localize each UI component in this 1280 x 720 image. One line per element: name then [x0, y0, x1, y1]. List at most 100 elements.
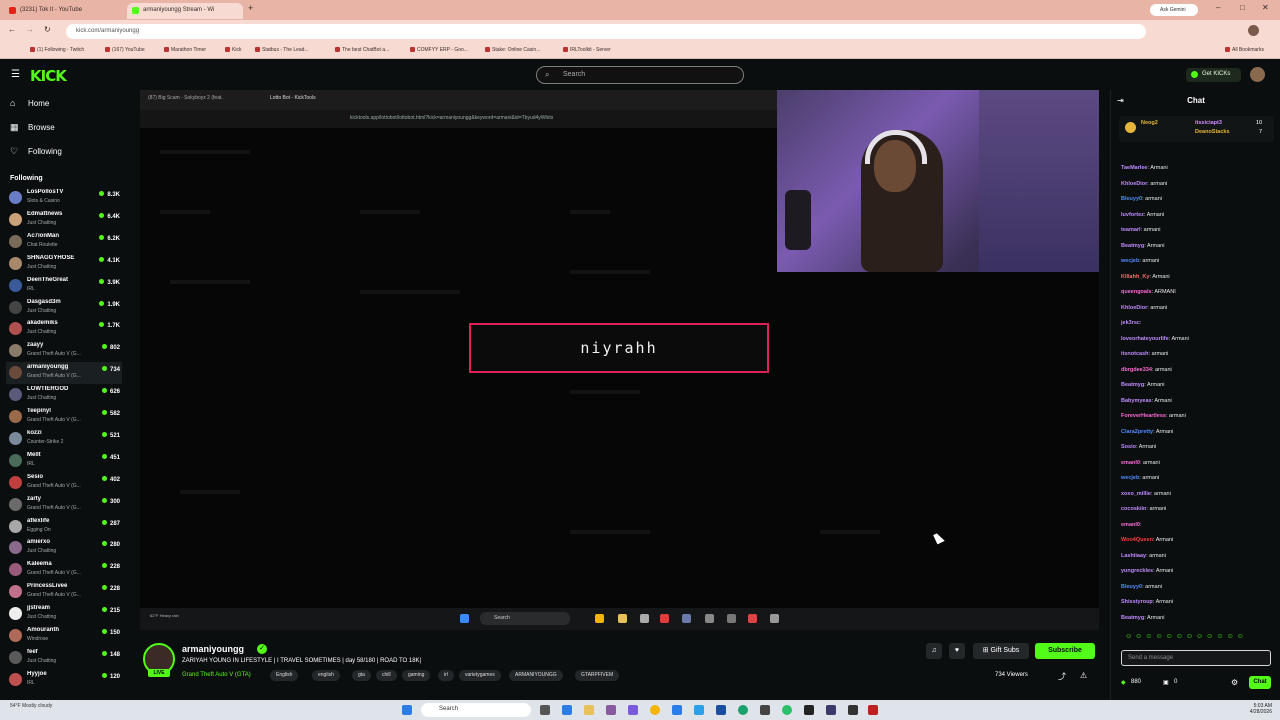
app-icon[interactable]	[628, 705, 638, 715]
back-icon[interactable]: ←	[8, 25, 16, 34]
bookmark-item[interactable]: Marathon Timer	[164, 47, 206, 53]
sidebar-channel[interactable]: DeenTheGreat IRL 3.9K	[6, 275, 122, 297]
chat-username[interactable]: Beatmyg	[1121, 615, 1144, 621]
tag-chip[interactable]: English	[270, 670, 299, 681]
chat-username[interactable]: Shisstyroup	[1121, 599, 1153, 605]
browser-tab-kick[interactable]: armaniyoungg Stream - Wi	[127, 3, 243, 19]
sidebar-channel[interactable]: Sesio Grand Theft Auto V (G... 402	[6, 472, 122, 494]
sidebar-channel[interactable]: LOWTIERGOD Just Chatting 626	[6, 384, 122, 406]
bookmark-item[interactable]: IRLToolkit - Server	[563, 47, 611, 53]
chat-username[interactable]: ForeverHeartless	[1121, 413, 1166, 419]
chat-username[interactable]: Babymyeas	[1121, 398, 1152, 404]
chat-username[interactable]: Sosio	[1121, 444, 1136, 450]
chat-username[interactable]: queengoals	[1121, 289, 1152, 295]
subscribe-button[interactable]: Subscribe	[1035, 643, 1095, 659]
app-icon[interactable]	[562, 705, 572, 715]
settings-gear-icon[interactable]: ⚙	[1231, 678, 1238, 687]
report-icon[interactable]: ⚠	[1080, 671, 1087, 680]
sidebar-channel[interactable]: armaniyoungg Grand Theft Auto V (G... 734	[6, 362, 122, 385]
search-input[interactable]: ⌕ Search	[536, 66, 744, 84]
chat-username[interactable]: itsnotcash	[1121, 351, 1149, 357]
chat-username[interactable]: xoxo_millie	[1121, 491, 1151, 497]
chat-username[interactable]: emanl0	[1121, 460, 1140, 466]
os-search[interactable]: Search	[421, 703, 531, 717]
sidebar-item-following[interactable]: ♡ Following	[10, 144, 62, 160]
tag-chip[interactable]: gta	[352, 670, 371, 681]
app-icon[interactable]	[782, 705, 792, 715]
chat-username[interactable]: Lashiiaay	[1121, 553, 1146, 559]
chat-username[interactable]: TaeMarlee	[1121, 165, 1148, 171]
reload-icon[interactable]: ↻	[44, 25, 51, 34]
sidebar-item-home[interactable]: ⌂ Home	[10, 96, 49, 112]
tag-chip[interactable]: GTARPFIVEM	[575, 670, 620, 681]
sidebar-channel[interactable]: jjstream Just Chatting 215	[6, 603, 122, 625]
tag-chip[interactable]: gaming	[402, 670, 431, 681]
profile-avatar[interactable]	[1248, 25, 1259, 36]
sidebar-channel[interactable]: feef Just Chatting 148	[6, 647, 122, 669]
tag-chip[interactable]: irl	[438, 670, 454, 681]
chat-username[interactable]: Beatmyg	[1121, 243, 1144, 249]
close-icon[interactable]: ✕	[1262, 3, 1269, 12]
edge-icon[interactable]	[738, 705, 748, 715]
chat-username[interactable]: wecjeb	[1121, 258, 1139, 264]
gift-subs-button[interactable]: ⊞ Gift Subs	[973, 643, 1029, 659]
sidebar-channel[interactable]: aflexlife Egging On 287	[6, 516, 122, 538]
sidebar-channel[interactable]: amierxo Just Chatting 280	[6, 537, 122, 559]
obs-icon[interactable]	[804, 705, 814, 715]
app-icon[interactable]	[694, 705, 704, 715]
follow-heart-button[interactable]: ♥	[949, 643, 965, 659]
bookmark-item[interactable]: Stake: Online Casin...	[485, 47, 540, 53]
sidebar-channel[interactable]: kozzi Counter-Strike 2 521	[6, 428, 122, 450]
sidebar-channel[interactable]: zarty Grand Theft Auto V (G... 300	[6, 494, 122, 516]
sidebar-channel[interactable]: Amouranth Windrose 150	[6, 625, 122, 647]
sidebar-channel[interactable]: Teepinyl Grand Theft Auto V (G... 582	[6, 406, 122, 428]
chat-username[interactable]: dbrgdee334	[1121, 367, 1152, 373]
notification-bell-button[interactable]: ♫	[926, 643, 942, 659]
sidebar-channel[interactable]: zaayy Grand Theft Auto V (G... 802	[6, 340, 122, 362]
os-clock[interactable]: 5:03 AM 4/28/2026	[1250, 703, 1272, 715]
forward-icon[interactable]: →	[26, 25, 34, 34]
sidebar-channel[interactable]: Mellt IRL 451	[6, 450, 122, 472]
sidebar-channel[interactable]: Hyyjoe IRL 120	[6, 669, 122, 691]
sidebar-channel[interactable]: Edmattnews Just Chatting 6.4K	[6, 209, 122, 231]
tag-chip[interactable]: english	[312, 670, 340, 681]
ask-gemini-button[interactable]: Ask Gemini	[1150, 4, 1198, 16]
bookmark-item[interactable]: (1) Following - Twitch	[30, 47, 84, 53]
all-bookmarks[interactable]: All Bookmarks	[1225, 47, 1264, 53]
bookmark-item[interactable]: Statbus - The Lead...	[255, 47, 309, 53]
sidebar-channel[interactable]: akademiks Just Chatting 1.7K	[6, 318, 122, 340]
chat-username[interactable]: Beatmyg	[1121, 382, 1144, 388]
user-avatar[interactable]	[1250, 67, 1265, 82]
app-icon[interactable]	[848, 705, 858, 715]
bookmark-item[interactable]: COMFYY ERP - Goo...	[410, 47, 468, 53]
tag-chip[interactable]: ARMANIYOUNGG	[509, 670, 563, 681]
app-icon[interactable]	[716, 705, 726, 715]
emote-bar[interactable]: ☺☺☺☺☺☺☺☺☺☺☺☺	[1125, 633, 1247, 640]
chat-username[interactable]: emanl0	[1121, 522, 1140, 528]
app-icon[interactable]	[868, 705, 878, 715]
tag-chip[interactable]: chill	[376, 670, 397, 681]
chat-username[interactable]: Klllahh_Ky	[1121, 274, 1149, 280]
chat-username[interactable]: wecjeb	[1121, 475, 1139, 481]
chat-username[interactable]: Bleuyy0	[1121, 584, 1142, 590]
chat-username[interactable]: jek3rsc	[1121, 320, 1140, 326]
chat-username[interactable]: KhloeDior	[1121, 305, 1147, 311]
app-icon[interactable]	[826, 705, 836, 715]
chat-username[interactable]: loveorhateyourlife	[1121, 336, 1169, 342]
chat-username[interactable]: teamarl	[1121, 227, 1141, 233]
chat-username[interactable]: Bleuyy0	[1121, 196, 1142, 202]
sidebar-channel[interactable]: Kaleema Grand Theft Auto V (G... 228	[6, 559, 122, 581]
chat-message-input[interactable]: Send a message	[1121, 650, 1271, 666]
video-player[interactable]: (87) Big Scam - Sokyboyz 2 (feat. Lotto …	[140, 90, 1099, 630]
bookmark-item[interactable]: (167) YouTube	[105, 47, 145, 53]
task-view-icon[interactable]	[540, 705, 550, 715]
file-explorer-icon[interactable]	[584, 705, 594, 715]
tag-chip[interactable]: varietygames	[459, 670, 501, 681]
kick-logo[interactable]: KICK	[30, 67, 67, 85]
sidebar-item-browse[interactable]: ▦ Browse	[10, 120, 55, 136]
chat-send-button[interactable]: Chat	[1249, 676, 1271, 689]
chrome-icon[interactable]	[650, 705, 660, 715]
chat-username[interactable]: cocoskiin	[1121, 506, 1146, 512]
category-link[interactable]: Grand Theft Auto V (GTA)	[182, 672, 251, 678]
chat-username[interactable]: yungreckles	[1121, 568, 1153, 574]
